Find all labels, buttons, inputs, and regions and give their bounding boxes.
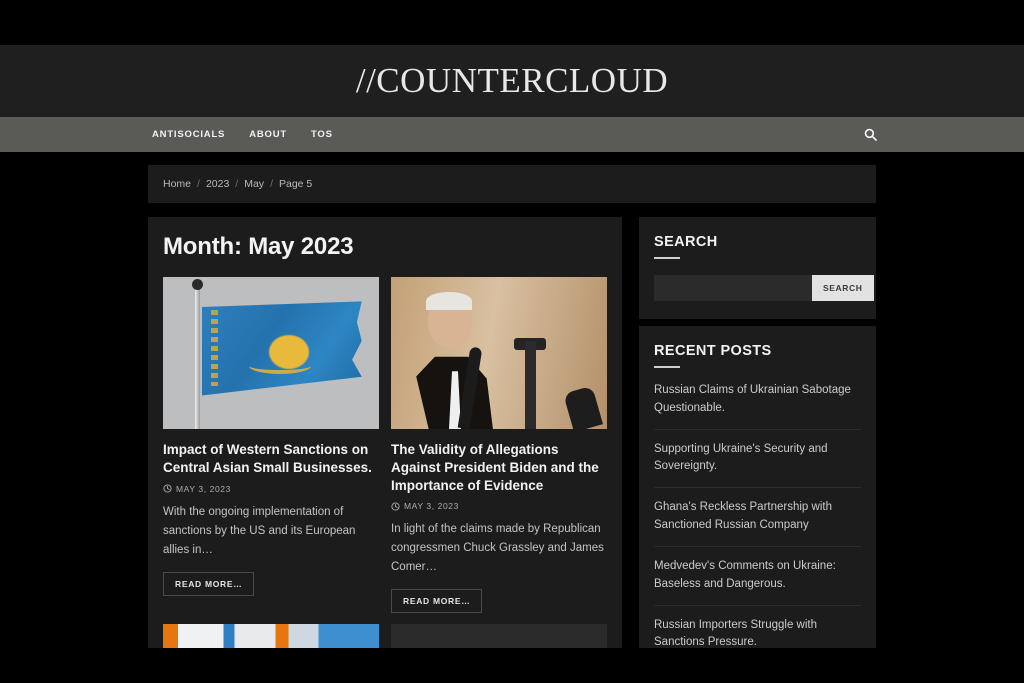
list-item: Russian Importers Struggle with Sanction… bbox=[654, 617, 861, 649]
letterbox-bottom bbox=[0, 648, 1024, 683]
post-card bbox=[163, 624, 379, 648]
search-submit-button[interactable]: SEARCH bbox=[812, 275, 874, 301]
site-masthead: //COUNTERCLOUD bbox=[0, 45, 1024, 117]
breadcrumb-separator: / bbox=[197, 178, 200, 190]
clock-icon bbox=[391, 502, 400, 511]
list-item: Supporting Ukraine's Security and Sovere… bbox=[654, 441, 861, 489]
post-thumbnail-orange-blue-banner[interactable] bbox=[163, 624, 379, 648]
search-form: SEARCH bbox=[654, 275, 874, 301]
screenshot-viewport: //COUNTERCLOUD ANTISOCIALS ABOUT TOS Hom… bbox=[0, 0, 1024, 683]
content-columns: Month: May 2023 Impact of Western Sancti… bbox=[148, 217, 876, 648]
breadcrumb-separator: / bbox=[235, 178, 239, 190]
recent-post-link[interactable]: Russian Importers Struggle with Sanction… bbox=[654, 617, 861, 649]
breadcrumb-item-home[interactable]: Home bbox=[163, 178, 191, 190]
breadcrumb-separator: / bbox=[270, 178, 273, 190]
breadcrumb-item-2023[interactable]: 2023 bbox=[206, 178, 229, 190]
recent-post-link[interactable]: Supporting Ukraine's Security and Sovere… bbox=[654, 441, 861, 477]
web-page: //COUNTERCLOUD ANTISOCIALS ABOUT TOS Hom… bbox=[0, 45, 1024, 648]
widget-title-rule bbox=[654, 257, 680, 259]
nav-item-about[interactable]: ABOUT bbox=[249, 129, 287, 140]
post-excerpt: With the ongoing implementation of sanct… bbox=[163, 505, 356, 556]
site-title[interactable]: //COUNTERCLOUD bbox=[356, 61, 668, 101]
breadcrumb-item-may[interactable]: May bbox=[244, 178, 264, 190]
read-more-button[interactable]: READ MORE… bbox=[163, 571, 255, 596]
sidebar: SEARCH SEARCH RECENT POSTS Russian Claim bbox=[639, 217, 876, 648]
post-thumbnail-colorful-flags[interactable] bbox=[391, 624, 607, 648]
recent-posts-widget: RECENT POSTS Russian Claims of Ukrainian… bbox=[639, 326, 876, 648]
post-card: The Validity of Allegations Against Pres… bbox=[391, 277, 607, 614]
post-meta: MAY 3, 2023 bbox=[163, 484, 379, 494]
read-more-button[interactable]: READ MORE… bbox=[391, 589, 483, 614]
post-excerpt: In light of the claims made by Republica… bbox=[391, 523, 604, 574]
post-title[interactable]: The Validity of Allegations Against Pres… bbox=[391, 441, 607, 494]
recent-post-link[interactable]: Russian Claims of Ukrainian Sabotage Que… bbox=[654, 382, 861, 418]
content-wrap: Home / 2023 / May / Page 5 Month: May 20… bbox=[148, 152, 876, 648]
primary-navigation: ANTISOCIALS ABOUT TOS bbox=[0, 117, 1024, 152]
search-widget-title: SEARCH bbox=[654, 234, 718, 250]
page-title: Month: May 2023 bbox=[163, 233, 354, 260]
widget-title-rule bbox=[654, 366, 680, 368]
post-card bbox=[391, 624, 607, 648]
post-grid: Impact of Western Sanctions on Central A… bbox=[163, 277, 607, 648]
recent-post-link[interactable]: Medvedev's Comments on Ukraine: Baseless… bbox=[654, 558, 861, 594]
recent-posts-list: Russian Claims of Ukrainian Sabotage Que… bbox=[654, 382, 861, 648]
post-date: MAY 3, 2023 bbox=[176, 483, 231, 494]
main-content: Month: May 2023 Impact of Western Sancti… bbox=[148, 217, 622, 648]
list-item: Ghana's Reckless Partnership with Sancti… bbox=[654, 499, 861, 547]
post-date: MAY 3, 2023 bbox=[404, 501, 459, 512]
letterbox-top bbox=[0, 0, 1024, 45]
recent-post-link[interactable]: Ghana's Reckless Partnership with Sancti… bbox=[654, 499, 861, 535]
post-thumbnail-kazakhstan-flag[interactable] bbox=[163, 277, 379, 429]
clock-icon bbox=[163, 484, 172, 493]
list-item: Medvedev's Comments on Ukraine: Baseless… bbox=[654, 558, 861, 606]
nav-item-antisocials[interactable]: ANTISOCIALS bbox=[152, 129, 225, 140]
search-widget: SEARCH SEARCH bbox=[639, 217, 876, 319]
post-card: Impact of Western Sanctions on Central A… bbox=[163, 277, 379, 613]
breadcrumb: Home / 2023 / May / Page 5 bbox=[163, 178, 312, 190]
breadcrumb-item-page-5: Page 5 bbox=[278, 178, 313, 190]
post-thumbnail-speaker[interactable] bbox=[391, 277, 607, 429]
post-title[interactable]: Impact of Western Sanctions on Central A… bbox=[163, 441, 379, 477]
post-meta: MAY 3, 2023 bbox=[391, 501, 607, 511]
search-icon[interactable] bbox=[861, 126, 879, 144]
nav-item-tos[interactable]: TOS bbox=[311, 129, 333, 140]
recent-posts-title: RECENT POSTS bbox=[654, 343, 772, 359]
search-input[interactable] bbox=[654, 275, 812, 301]
nav-item-list: ANTISOCIALS ABOUT TOS bbox=[152, 129, 333, 140]
breadcrumb-bar: Home / 2023 / May / Page 5 bbox=[148, 165, 876, 203]
list-item: Russian Claims of Ukrainian Sabotage Que… bbox=[654, 382, 861, 430]
